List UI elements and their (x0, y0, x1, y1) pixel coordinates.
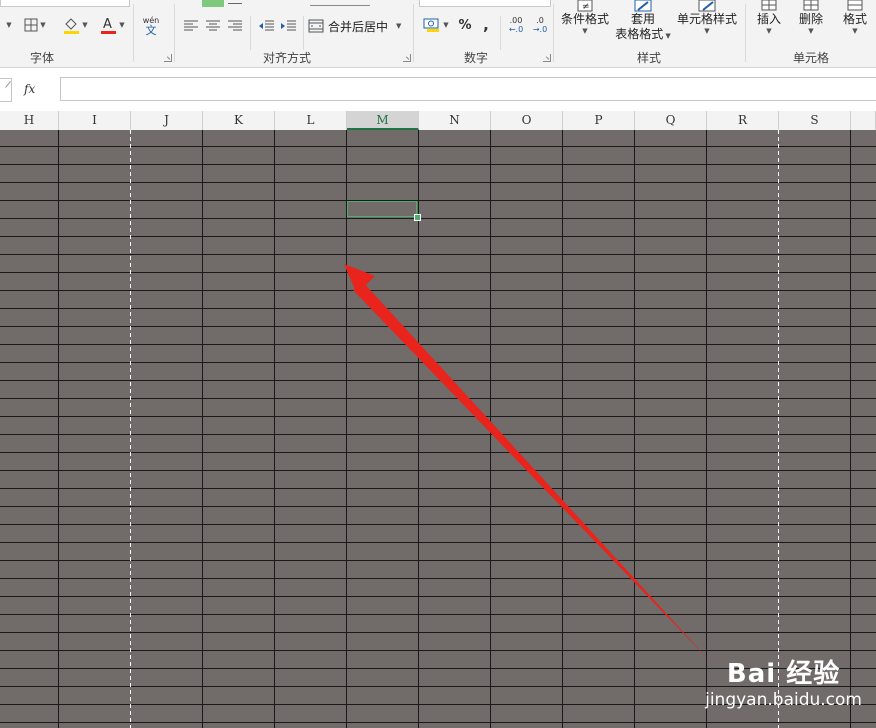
arrow-head (344, 264, 375, 294)
watermark-url: jingyan.baidu.com (705, 690, 862, 710)
watermark-logo: Bai 经验 (726, 659, 841, 689)
red-arrow-annotation (344, 264, 709, 660)
watermark: Bai 经验 jingyan.baidu.com (705, 653, 862, 710)
arrow-shaft (353, 281, 709, 660)
